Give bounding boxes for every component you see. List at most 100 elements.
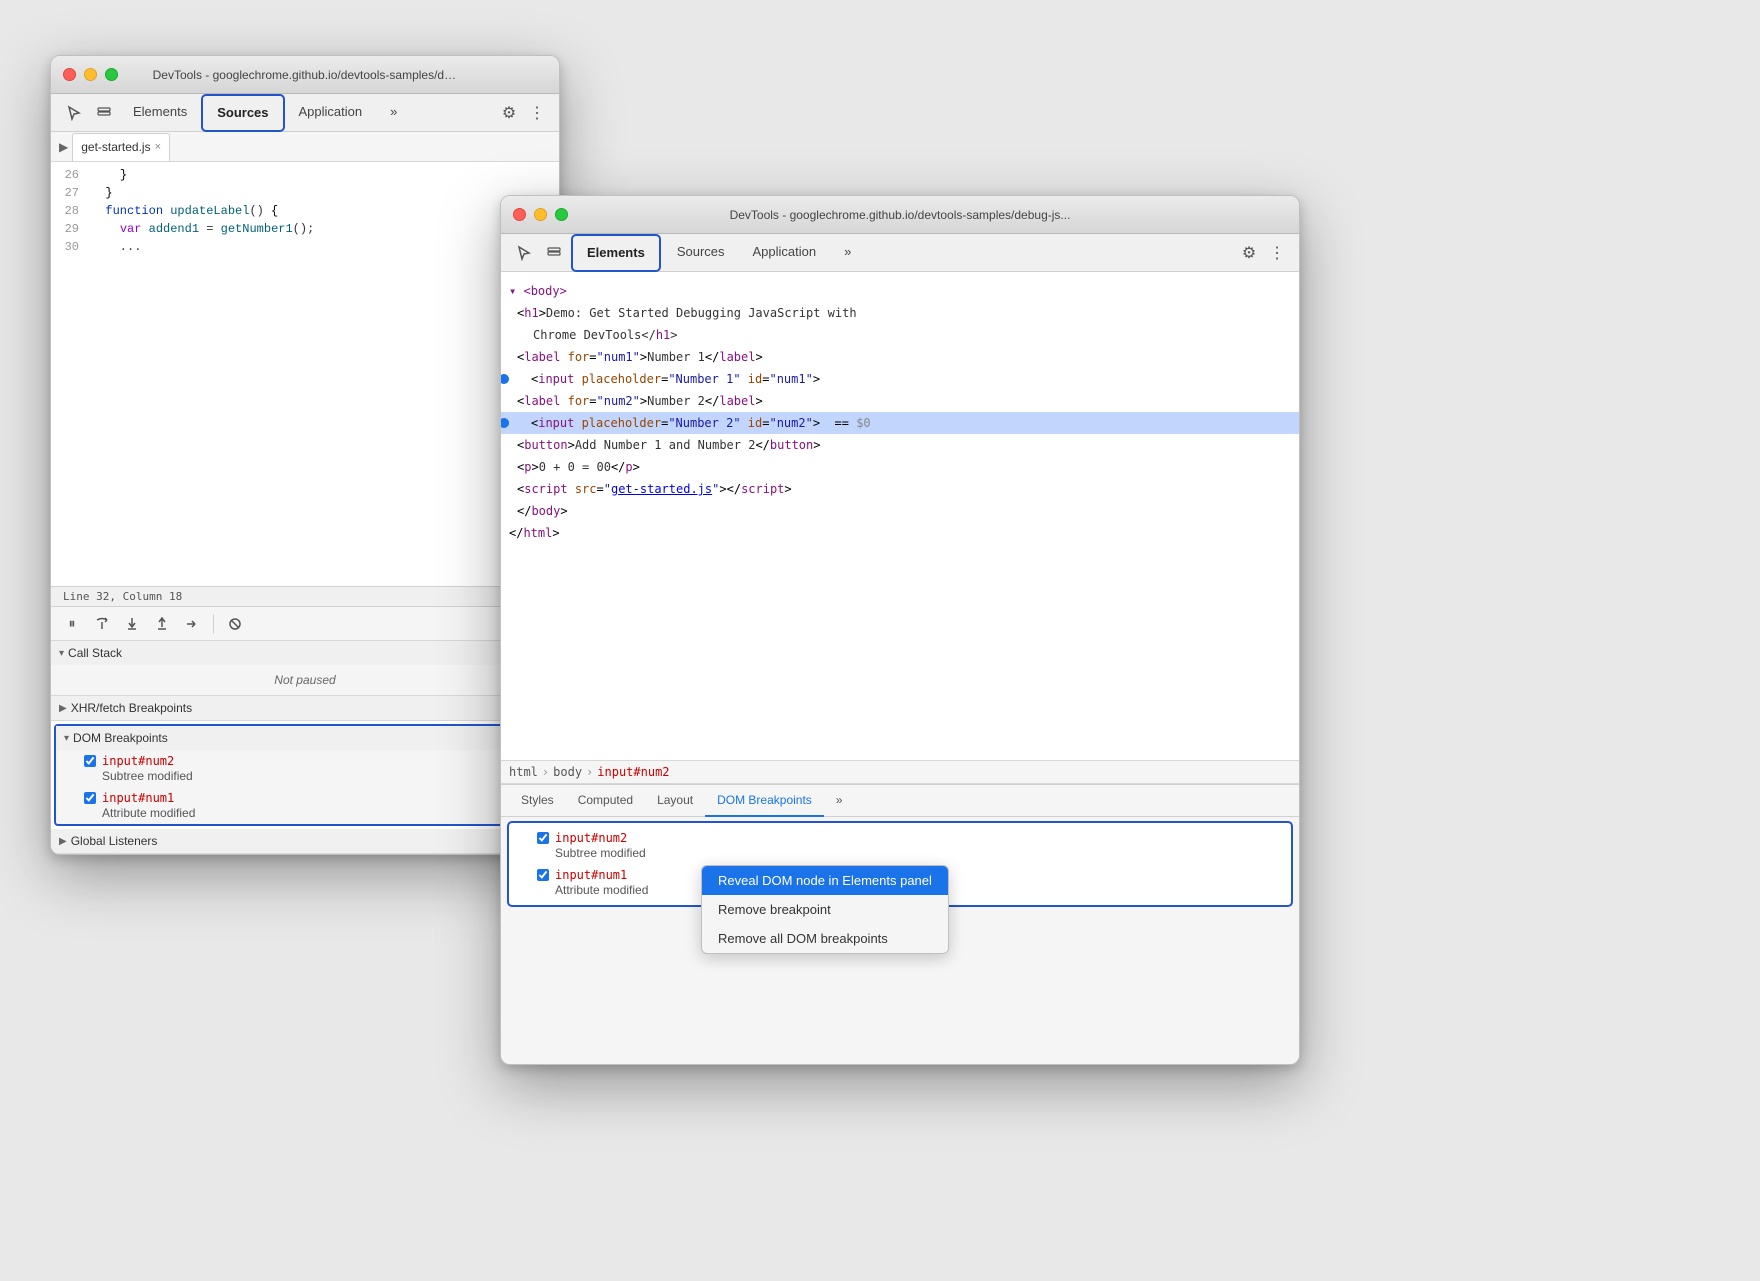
tab-elements-1[interactable]: Elements	[119, 94, 201, 132]
dom-breakpoints-section-1: ▾ DOM Breakpoints input#num2 Subtree mod…	[54, 724, 556, 826]
elem-body: ▾ <body>	[501, 280, 1299, 302]
bp-desc-num2-1: Subtree modified	[84, 769, 542, 783]
bc-html[interactable]: html	[509, 765, 538, 779]
tab-styles[interactable]: Styles	[509, 785, 566, 817]
bp-dot-num1	[501, 374, 509, 384]
call-stack-header[interactable]: ▾ Call Stack	[51, 641, 559, 665]
tab-application-2[interactable]: Application	[739, 234, 831, 272]
debug-toolbar-1: ⏸	[51, 607, 559, 641]
tab-more-bottom[interactable]: »	[824, 785, 855, 817]
tab-layout[interactable]: Layout	[645, 785, 705, 817]
more-icon-2[interactable]: ⋮	[1263, 239, 1291, 267]
global-listeners-header[interactable]: ▶ Global Listeners	[51, 829, 559, 853]
xhr-section: ▶ XHR/fetch Breakpoints	[51, 696, 559, 721]
maximize-button-2[interactable]	[555, 208, 568, 221]
bp-checkbox-num2-1[interactable]	[84, 755, 96, 767]
step-button[interactable]	[179, 611, 205, 637]
cursor-icon[interactable]	[59, 98, 89, 128]
close-button-1[interactable]	[63, 68, 76, 81]
devtools-window-1: DevTools - googlechrome.github.io/devtoo…	[50, 55, 560, 855]
debug-separator	[213, 614, 214, 634]
code-line-29: 29 var addend1 = getNumber1();	[51, 220, 559, 238]
bc-input-num2[interactable]: input#num2	[597, 765, 669, 779]
bp-checkbox-num2-2[interactable]	[537, 832, 549, 844]
bottom-tabs: Styles Computed Layout DOM Breakpoints »	[501, 785, 1299, 817]
global-arrow: ▶	[59, 836, 67, 847]
step-over-button[interactable]	[89, 611, 115, 637]
devtools-tabbar-2: Elements Sources Application » ⚙ ⋮	[501, 234, 1299, 272]
bp-desc-num1-1: Attribute modified	[84, 806, 542, 820]
elem-input-num1: <input placeholder="Number 1" id="num1">	[501, 368, 1299, 390]
close-button-2[interactable]	[513, 208, 526, 221]
elem-button: <button>Add Number 1 and Number 2</butto…	[501, 434, 1299, 456]
file-tab-getstarted[interactable]: get-started.js ×	[72, 133, 170, 161]
window-controls-1	[63, 68, 118, 81]
ctx-remove-all[interactable]: Remove all DOM breakpoints	[702, 924, 948, 953]
ctx-reveal[interactable]: Reveal DOM node in Elements panel	[702, 866, 948, 895]
minimize-button-1[interactable]	[84, 68, 97, 81]
deactivate-button[interactable]	[222, 611, 248, 637]
devtools-content-1: ▶ get-started.js × 26 } 27 } 28	[51, 132, 559, 854]
xhr-header[interactable]: ▶ XHR/fetch Breakpoints	[51, 696, 559, 720]
not-paused-text: Not paused	[51, 665, 559, 695]
dom-bp-arrow-1: ▾	[64, 733, 69, 744]
bp-item-num1-1: input#num1 Attribute modified	[56, 787, 554, 824]
code-line-30: 30 ...	[51, 238, 559, 256]
tab-computed[interactable]: Computed	[566, 785, 645, 817]
window-title-2: DevTools - googlechrome.github.io/devtoo…	[730, 208, 1071, 222]
elem-h1-text: Chrome DevTools</h1>	[501, 324, 1299, 346]
dom-tree[interactable]: ▾ <body> <h1>Demo: Get Started Debugging…	[501, 272, 1299, 760]
tab-sources-1[interactable]: Sources	[201, 94, 284, 132]
global-listeners-section: ▶ Global Listeners	[51, 829, 559, 854]
elem-script: <script src="get-started.js"></script>	[501, 478, 1299, 500]
elem-h1-open: <h1>Demo: Get Started Debugging JavaScri…	[501, 302, 1299, 324]
bp-checkbox-num1-2[interactable]	[537, 869, 549, 881]
more-icon-1[interactable]: ⋮	[523, 99, 551, 127]
tab-more-1[interactable]: »	[376, 94, 411, 132]
window-title-1: DevTools - googlechrome.github.io/devtoo…	[153, 68, 458, 82]
code-line-26: 26 }	[51, 166, 559, 184]
devtools-tabbar-1: Elements Sources Application » ⚙ ⋮	[51, 94, 559, 132]
elements-panel: ▾ <body> <h1>Demo: Get Started Debugging…	[501, 272, 1299, 784]
code-editor-1[interactable]: 26 } 27 } 28 function updateLabel() { 29…	[51, 162, 559, 586]
bc-body[interactable]: body	[553, 765, 582, 779]
minimize-button-2[interactable]	[534, 208, 547, 221]
cursor-icon-2[interactable]	[509, 238, 539, 268]
layers-icon[interactable]	[89, 98, 119, 128]
ctx-remove-bp[interactable]: Remove breakpoint	[702, 895, 948, 924]
bottom-panel: Styles Computed Layout DOM Breakpoints »	[501, 784, 1299, 1064]
status-bar-1: Line 32, Column 18	[51, 586, 559, 607]
pause-button[interactable]: ⏸	[59, 611, 85, 637]
file-icon: ▶	[59, 140, 68, 154]
elem-body-close: </body>	[501, 500, 1299, 522]
elem-label-num1: <label for="num1">Number 1</label>	[501, 346, 1299, 368]
title-bar-2: DevTools - googlechrome.github.io/devtoo…	[501, 196, 1299, 234]
maximize-button-1[interactable]	[105, 68, 118, 81]
window-controls-2	[513, 208, 568, 221]
tab-sources-2[interactable]: Sources	[663, 234, 739, 272]
tab-more-2[interactable]: »	[830, 234, 865, 272]
layers-icon-2[interactable]	[539, 238, 569, 268]
title-bar-1: DevTools - googlechrome.github.io/devtoo…	[51, 56, 559, 94]
breadcrumb-bar: html › body › input#num2	[501, 760, 1299, 784]
window2-body: ▾ <body> <h1>Demo: Get Started Debugging…	[501, 272, 1299, 1064]
elem-input-num2: <input placeholder="Number 2" id="num2">…	[501, 412, 1299, 434]
bp-checkbox-num1-1[interactable]	[84, 792, 96, 804]
elem-html-close: </html>	[501, 522, 1299, 544]
call-stack-arrow: ▾	[59, 648, 64, 659]
gear-icon-2[interactable]: ⚙	[1235, 239, 1263, 267]
tab-elements-2[interactable]: Elements	[571, 234, 661, 272]
file-tab-close[interactable]: ×	[155, 141, 161, 153]
tab-dom-breakpoints[interactable]: DOM Breakpoints	[705, 785, 824, 817]
bp-item-num2-1: input#num2 Subtree modified	[56, 750, 554, 787]
tab-application-1[interactable]: Application	[285, 94, 377, 132]
dom-bp-header-1[interactable]: ▾ DOM Breakpoints	[56, 726, 554, 750]
xhr-arrow: ▶	[59, 703, 67, 714]
gear-icon-1[interactable]: ⚙	[495, 99, 523, 127]
elem-label-num2: <label for="num2">Number 2</label>	[501, 390, 1299, 412]
step-into-button[interactable]	[119, 611, 145, 637]
bp-desc-num2-2: Subtree modified	[537, 846, 1279, 860]
main-panel-1: ▶ get-started.js × 26 } 27 } 28	[51, 132, 559, 854]
step-out-button[interactable]	[149, 611, 175, 637]
code-line-28: 28 function updateLabel() {	[51, 202, 559, 220]
